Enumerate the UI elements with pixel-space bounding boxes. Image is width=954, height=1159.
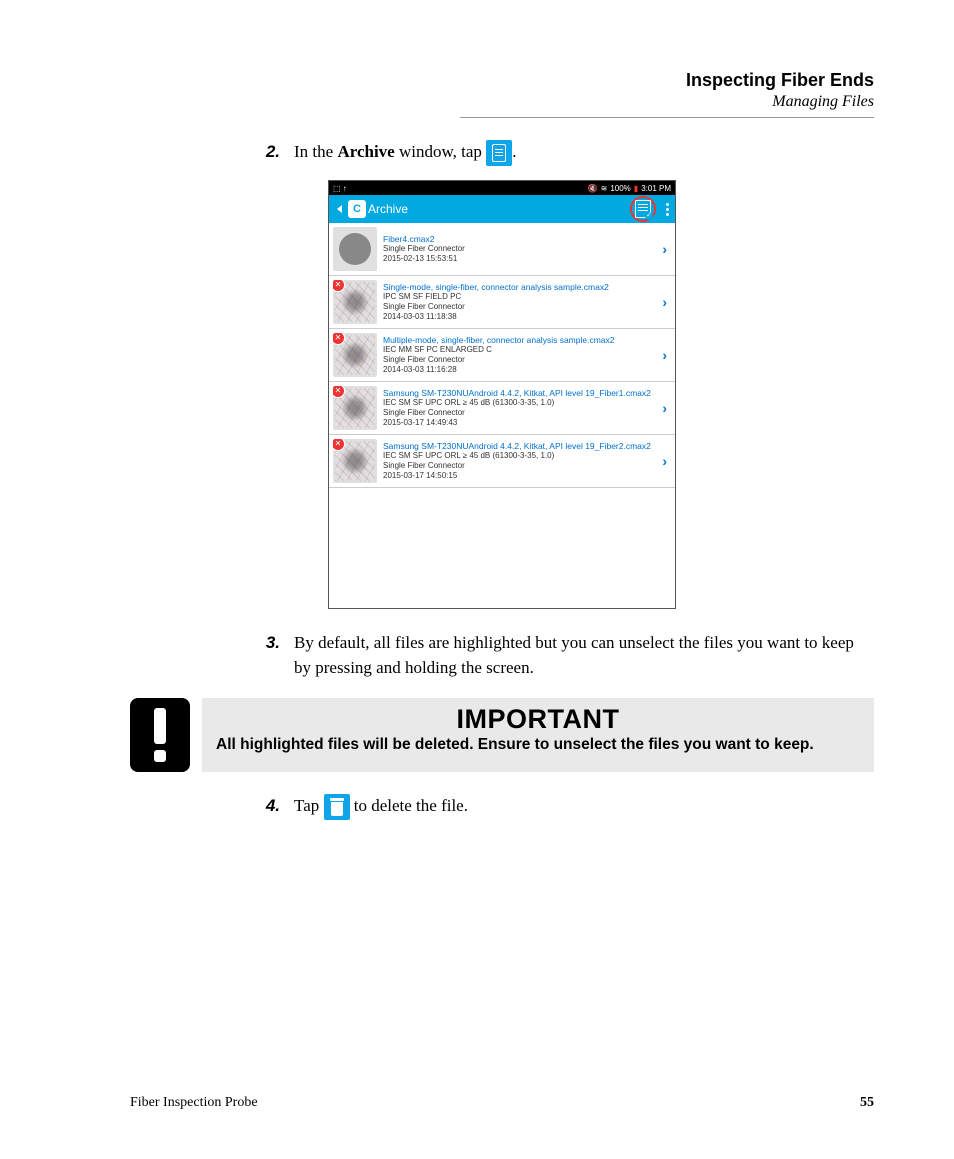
file-meta: IEC SM SF UPC ORL ≥ 45 dB (61300-3-35, 1…: [383, 398, 658, 408]
page-footer: Fiber Inspection Probe 55: [130, 1095, 874, 1111]
fail-badge-icon: ✕: [333, 439, 345, 451]
file-thumbnail: ✕: [333, 439, 377, 483]
app-logo-icon[interactable]: C: [348, 200, 366, 218]
chevron-right-icon[interactable]: ›: [658, 453, 671, 469]
file-thumbnail: ✕: [333, 333, 377, 377]
file-meta: Single Fiber Connector: [383, 302, 658, 312]
important-body: All highlighted files will be deleted. E…: [216, 735, 860, 756]
file-meta: IEC MM SF PC ENLARGED C: [383, 345, 658, 355]
text: to delete the file.: [350, 796, 468, 815]
fail-badge-icon: ✕: [333, 280, 345, 292]
chevron-right-icon[interactable]: ›: [658, 294, 671, 310]
fail-badge-icon: ✕: [333, 333, 345, 345]
file-meta: Single Fiber Connector: [383, 461, 658, 471]
file-meta: Single Fiber Connector: [383, 408, 658, 418]
battery-icon: ▮: [634, 184, 638, 193]
chapter-title: Inspecting Fiber Ends: [130, 70, 874, 91]
header-rule: [460, 117, 874, 118]
file-info: Fiber4.cmax2Single Fiber Connector2015-0…: [383, 227, 658, 271]
clipboard-check-icon: [635, 200, 651, 218]
android-statusbar: ⬚ ↑ 🔇 ≋ 100% ▮ 3:01 PM: [329, 181, 675, 195]
file-row[interactable]: ✕ Multiple-mode, single-fiber, connector …: [329, 329, 675, 382]
trash-icon: [324, 794, 350, 820]
file-info: Multiple-mode, single-fiber, connector a…: [383, 333, 658, 377]
file-name: Samsung SM-T230NUAndroid 4.4.2, Kitkat, …: [383, 388, 658, 398]
text: In the: [294, 142, 337, 161]
text: .: [512, 142, 516, 161]
fail-badge-icon: ✕: [333, 386, 345, 398]
file-timestamp: 2014-03-03 11:16:28: [383, 365, 658, 375]
page-number: 55: [860, 1095, 874, 1111]
file-name: Multiple-mode, single-fiber, connector a…: [383, 335, 658, 345]
file-info: Single-mode, single-fiber, connector ana…: [383, 280, 658, 324]
file-name: Single-mode, single-fiber, connector ana…: [383, 282, 658, 292]
step-text: In the Archive window, tap .: [294, 140, 874, 166]
step-3: 3. By default, all files are highlighted…: [240, 631, 874, 680]
archive-word: Archive: [337, 142, 394, 161]
file-meta: Single Fiber Connector: [383, 244, 658, 254]
chevron-right-icon[interactable]: ›: [658, 347, 671, 363]
step-2: 2. In the Archive window, tap .: [240, 140, 874, 166]
step-number: 3.: [240, 631, 294, 680]
step-text: Tap to delete the file.: [294, 794, 874, 820]
select-all-button-highlighted[interactable]: [630, 196, 656, 222]
file-timestamp: 2015-02-13 15:53:51: [383, 254, 658, 264]
step-4: 4. Tap to delete the file.: [240, 794, 874, 820]
file-thumbnail: ✕: [333, 280, 377, 324]
file-meta: Single Fiber Connector: [383, 355, 658, 365]
file-info: Samsung SM-T230NUAndroid 4.4.2, Kitkat, …: [383, 439, 658, 483]
file-row[interactable]: ✕ Samsung SM-T230NUAndroid 4.4.2, Kitkat,…: [329, 435, 675, 488]
app-bar: C Archive: [329, 195, 675, 223]
step-text: By default, all files are highlighted bu…: [294, 631, 874, 680]
step-number: 4.: [240, 794, 294, 820]
back-chevron-icon[interactable]: [337, 205, 342, 213]
file-row[interactable]: Fiber4.cmax2Single Fiber Connector2015-0…: [329, 223, 675, 276]
important-note: IMPORTANT All highlighted files will be …: [130, 698, 874, 772]
screenshot-figure: ⬚ ↑ 🔇 ≋ 100% ▮ 3:01 PM C Archive Fiber4: [130, 180, 874, 609]
important-title: IMPORTANT: [216, 704, 860, 735]
file-thumbnail: ✕: [333, 386, 377, 430]
chapter-subtitle: Managing Files: [130, 93, 874, 111]
text: window, tap: [395, 142, 486, 161]
app-screenshot: ⬚ ↑ 🔇 ≋ 100% ▮ 3:01 PM C Archive Fiber4: [328, 180, 676, 609]
file-timestamp: 2015-03-17 14:49:43: [383, 418, 658, 428]
clipboard-icon: [486, 140, 512, 166]
file-meta: IEC SM SF UPC ORL ≥ 45 dB (61300-3-35, 1…: [383, 451, 658, 461]
file-info: Samsung SM-T230NUAndroid 4.4.2, Kitkat, …: [383, 386, 658, 430]
file-name: Samsung SM-T230NUAndroid 4.4.2, Kitkat, …: [383, 441, 658, 451]
file-row[interactable]: ✕ Samsung SM-T230NUAndroid 4.4.2, Kitkat,…: [329, 382, 675, 435]
clock: 3:01 PM: [641, 184, 671, 193]
file-row[interactable]: ✕ Single-mode, single-fiber, connector an…: [329, 276, 675, 329]
file-name: Fiber4.cmax2: [383, 234, 658, 244]
footer-product: Fiber Inspection Probe: [130, 1095, 258, 1111]
overflow-menu-icon[interactable]: [666, 203, 669, 216]
empty-area: [329, 488, 675, 608]
page-header: Inspecting Fiber Ends Managing Files: [130, 70, 874, 118]
exclamation-icon: [130, 698, 190, 772]
file-timestamp: 2014-03-03 11:18:38: [383, 312, 658, 322]
file-timestamp: 2015-03-17 14:50:15: [383, 471, 658, 481]
step-number: 2.: [240, 140, 294, 166]
text: Tap: [294, 796, 324, 815]
file-thumbnail: [333, 227, 377, 271]
chevron-right-icon[interactable]: ›: [658, 241, 671, 257]
app-title: Archive: [368, 202, 408, 216]
status-left-icons: ⬚ ↑: [333, 184, 347, 193]
chevron-right-icon[interactable]: ›: [658, 400, 671, 416]
battery-pct: 100%: [610, 184, 630, 193]
file-meta: IPC SM SF FIELD PC: [383, 292, 658, 302]
wifi-icon: ≋: [601, 184, 608, 193]
mute-icon: 🔇: [588, 184, 598, 193]
